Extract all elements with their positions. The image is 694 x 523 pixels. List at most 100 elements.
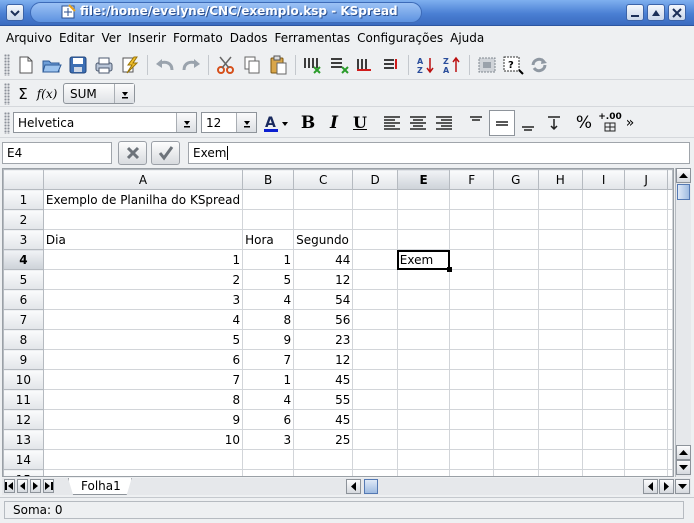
cell-f4[interactable]: [449, 249, 495, 270]
align-right-button[interactable]: [431, 110, 457, 136]
italic-button[interactable]: I: [321, 110, 347, 136]
cell-b4[interactable]: 1: [242, 249, 295, 270]
horizontal-scrollbar[interactable]: [346, 479, 658, 494]
cell-a11[interactable]: 8: [42, 389, 244, 410]
cell-j13[interactable]: [624, 429, 668, 450]
cell-d15[interactable]: [352, 469, 398, 476]
scroll-down-button[interactable]: [676, 460, 691, 475]
cell-d2[interactable]: [352, 209, 398, 230]
insert-function-button[interactable]: f(x): [33, 81, 61, 107]
cell-h7[interactable]: [537, 309, 583, 330]
cell-a4[interactable]: 1: [42, 249, 244, 270]
cell-i5[interactable]: [581, 269, 626, 290]
cell-e10[interactable]: [396, 369, 451, 390]
cell-b2[interactable]: [242, 209, 295, 230]
cell-j15[interactable]: [624, 469, 668, 476]
cell-f3[interactable]: [449, 229, 495, 250]
cell-i14[interactable]: [581, 449, 626, 470]
cell-h11[interactable]: [537, 389, 583, 410]
sort-descending-button[interactable]: ZA: [439, 52, 465, 78]
cell-i9[interactable]: [581, 349, 626, 370]
row-header-8[interactable]: 8: [3, 329, 44, 350]
cell-c3[interactable]: Segundo: [293, 229, 354, 250]
menu-editar[interactable]: Editar: [59, 31, 95, 45]
spreadsheet-grid[interactable]: ABCDEFGHIJ 1 Exemplo de Planilha do KSpre…: [2, 168, 674, 477]
cell-e14[interactable]: [396, 449, 451, 470]
cell-j6[interactable]: [624, 289, 668, 310]
cell-e1[interactable]: [396, 189, 451, 210]
cell-j9[interactable]: [624, 349, 668, 370]
cell-h3[interactable]: [537, 229, 583, 250]
cell-j3[interactable]: [624, 229, 668, 250]
cell-a2[interactable]: [42, 209, 244, 230]
cell-a9[interactable]: 6: [42, 349, 244, 370]
menu-dados[interactable]: Dados: [230, 31, 268, 45]
print-preview-button[interactable]: [117, 52, 143, 78]
grid-corner[interactable]: [3, 169, 44, 190]
cell-b11[interactable]: 4: [242, 389, 295, 410]
column-header-a[interactable]: A: [42, 169, 244, 190]
cell-g12[interactable]: [493, 409, 539, 430]
scroll-right-button[interactable]: [659, 479, 674, 494]
cell-d13[interactable]: [352, 429, 398, 450]
cell-e15[interactable]: [396, 469, 451, 476]
cell-a7[interactable]: 4: [42, 309, 244, 330]
toolbar-grip[interactable]: [4, 111, 10, 134]
cell-a8[interactable]: 5: [42, 329, 244, 350]
cell-f1[interactable]: [449, 189, 495, 210]
cell-h4[interactable]: [537, 249, 583, 270]
cell-g5[interactable]: [493, 269, 539, 290]
cell-c12[interactable]: 45: [293, 409, 354, 430]
cell-e5[interactable]: [396, 269, 451, 290]
cell-h14[interactable]: [537, 449, 583, 470]
sheet-tab-folha1[interactable]: Folha1: [68, 478, 132, 495]
cell-i6[interactable]: [581, 289, 626, 310]
cell-j11[interactable]: [624, 389, 668, 410]
cell-b3[interactable]: Hora: [242, 229, 295, 250]
last-sheet-button[interactable]: [43, 479, 54, 493]
cell-a1[interactable]: Exemplo de Planilha do KSpread: [42, 189, 244, 210]
cell-e2[interactable]: [396, 209, 451, 230]
cell-j12[interactable]: [624, 409, 668, 430]
cell-b7[interactable]: 8: [242, 309, 295, 330]
sort-ascending-button[interactable]: AZ: [413, 52, 439, 78]
cell-h12[interactable]: [537, 409, 583, 430]
row-header-5[interactable]: 5: [3, 269, 44, 290]
cell-h5[interactable]: [537, 269, 583, 290]
next-sheet-button[interactable]: [30, 479, 41, 493]
cell-h15[interactable]: [537, 469, 583, 476]
column-header-g[interactable]: G: [493, 169, 539, 190]
font-family-select[interactable]: Helvetica: [13, 112, 197, 133]
undo-button[interactable]: [152, 52, 178, 78]
cell-g1[interactable]: [493, 189, 539, 210]
cell-f7[interactable]: [449, 309, 495, 330]
cell-j8[interactable]: [624, 329, 668, 350]
cell-f6[interactable]: [449, 289, 495, 310]
cell-c4[interactable]: 44: [293, 249, 354, 270]
cell-d12[interactable]: [352, 409, 398, 430]
cell-f15[interactable]: [449, 469, 495, 476]
cell-b13[interactable]: 3: [242, 429, 295, 450]
cell-g8[interactable]: [493, 329, 539, 350]
menu-ajuda[interactable]: Ajuda: [450, 31, 484, 45]
cell-c14[interactable]: [293, 449, 354, 470]
row-header-1[interactable]: 1: [3, 189, 44, 210]
cell-b15[interactable]: [242, 469, 295, 476]
column-header-e[interactable]: E: [396, 169, 451, 190]
column-header-b[interactable]: B: [242, 169, 295, 190]
cell-i1[interactable]: [581, 189, 626, 210]
cell-g2[interactable]: [493, 209, 539, 230]
cell-d10[interactable]: [352, 369, 398, 390]
redo-button[interactable]: [178, 52, 204, 78]
cell-b14[interactable]: [242, 449, 295, 470]
print-button[interactable]: [91, 52, 117, 78]
cell-g14[interactable]: [493, 449, 539, 470]
vertical-scrollbar[interactable]: [675, 168, 691, 477]
cell-f10[interactable]: [449, 369, 495, 390]
align-left-button[interactable]: [379, 110, 405, 136]
cell-b12[interactable]: 6: [242, 409, 295, 430]
cell-c13[interactable]: 25: [293, 429, 354, 450]
cell-g7[interactable]: [493, 309, 539, 330]
scroll-left-button-right[interactable]: [643, 479, 658, 494]
cell-e7[interactable]: [396, 309, 451, 330]
